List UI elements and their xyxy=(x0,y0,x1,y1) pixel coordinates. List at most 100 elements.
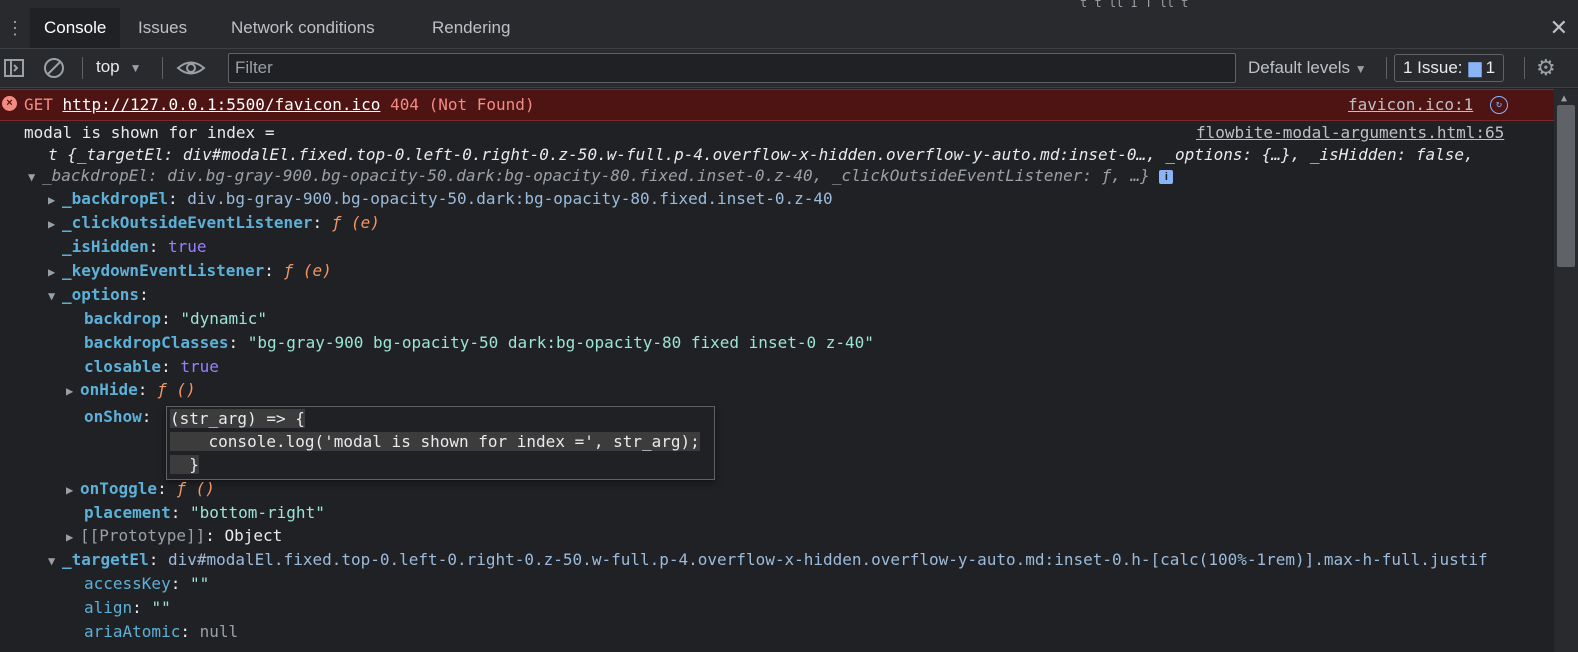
close-icon[interactable]: ✕ xyxy=(1550,16,1568,40)
prop-key: [[Prototype]] xyxy=(80,526,206,545)
chevron-down-icon: ▼ xyxy=(1354,62,1367,76)
issues-label: 1 Issue: xyxy=(1403,58,1463,77)
log-source-link[interactable]: flowbite-modal-arguments.html:65 xyxy=(1196,123,1504,142)
prop-key: align xyxy=(84,598,133,617)
tab-network-conditions[interactable]: Network conditions xyxy=(217,8,389,48)
prop-value: ƒ () xyxy=(176,479,215,498)
vertical-scrollbar[interactable]: ▲ xyxy=(1554,89,1578,652)
expand-triangle-icon[interactable]: ▼ xyxy=(28,166,42,188)
expand-triangle-icon[interactable]: ▼ xyxy=(48,285,62,307)
expand-triangle-icon[interactable]: ▶ xyxy=(66,479,80,501)
context-selector[interactable]: top ▼ xyxy=(96,57,142,77)
tab-issues[interactable]: Issues xyxy=(124,8,201,48)
prop-value: "bottom-right" xyxy=(189,503,325,522)
prop-value: "dynamic" xyxy=(180,309,268,328)
prop-key: onHide xyxy=(80,380,138,399)
sidebar-toggle-icon[interactable] xyxy=(2,56,26,80)
toolbar-divider xyxy=(1524,57,1525,79)
prop-options[interactable]: ▼ _options: xyxy=(48,284,149,307)
issues-button[interactable]: 1 Issue: ▆ 1 xyxy=(1394,54,1505,82)
message-icon: ▆ xyxy=(1468,58,1482,77)
prop-key: _keydownEventListener xyxy=(62,261,265,280)
popover-line-3: } xyxy=(170,455,199,474)
object-summary-line-2[interactable]: ▼ _backdropEl: div.bg-gray-900.bg-opacity… xyxy=(28,165,1174,188)
popover-line-1: (str_arg) => { xyxy=(170,409,305,428)
expand-triangle-icon[interactable]: ▼ xyxy=(48,550,62,572)
prop-value: true xyxy=(180,357,219,376)
prop-onHide[interactable]: ▶ onHide: ƒ () xyxy=(66,379,196,402)
prop-value: true xyxy=(167,237,207,256)
prop-key: _targetEl xyxy=(62,550,149,569)
prop-value: div.bg-gray-900.bg-opacity-50.dark:bg-op… xyxy=(187,189,833,208)
prop-value: "" xyxy=(151,598,171,617)
prop-keydown[interactable]: ▶ _keydownEventListener: ƒ (e) xyxy=(48,260,332,283)
chevron-down-icon: ▼ xyxy=(129,61,142,75)
prop-backdropClasses: backdropClasses: "bg-gray-900 bg-opacity… xyxy=(84,333,874,352)
expand-triangle-icon[interactable]: ▶ xyxy=(48,261,62,283)
prop-key: onShow xyxy=(84,407,142,426)
toolbar-divider xyxy=(162,57,163,79)
prop-key: onToggle xyxy=(80,479,158,498)
prop-prototype[interactable]: ▶ [[Prototype]]: Object xyxy=(66,525,282,548)
prop-backdropEl[interactable]: ▶ _backdropEl: div.bg-gray-900.bg-opacity… xyxy=(48,188,833,211)
expand-triangle-icon[interactable]: ▶ xyxy=(48,213,62,235)
top-strip: t t ll I T ll t xyxy=(0,0,1578,10)
prop-key: backdrop xyxy=(84,309,162,328)
prop-align: align: "" xyxy=(84,598,171,617)
info-icon[interactable]: i xyxy=(1159,169,1174,184)
prop-value: "bg-gray-900 bg-opacity-50 dark:bg-opaci… xyxy=(247,333,874,352)
scrollbar-thumb[interactable] xyxy=(1557,105,1575,267)
expand-triangle-icon[interactable]: ▶ xyxy=(66,526,80,548)
prop-value: div#modalEl.fixed.top-0.left-0.right-0.z… xyxy=(167,550,1488,569)
prop-targetEl[interactable]: ▼ _targetEl: div#modalEl.fixed.top-0.left… xyxy=(48,549,1488,572)
expand-triangle-icon[interactable]: ▶ xyxy=(66,380,80,402)
gear-icon[interactable]: ⚙ xyxy=(1536,55,1556,81)
prop-key: closable xyxy=(84,357,162,376)
prop-isHidden: _isHidden: true xyxy=(62,237,207,256)
prop-value: Object xyxy=(224,526,283,545)
prop-value: "" xyxy=(189,574,210,593)
prop-key: _backdropEl xyxy=(62,189,168,208)
tab-rendering[interactable]: Rendering xyxy=(418,8,524,48)
filter-field[interactable] xyxy=(228,53,1236,83)
log-levels-dropdown[interactable]: Default levels ▼ xyxy=(1248,58,1367,78)
prop-onToggle[interactable]: ▶ onToggle: ƒ () xyxy=(66,478,215,501)
issues-count: 1 xyxy=(1485,58,1496,77)
devtools-tab-bar: ⋮ Console Issues Network conditions Rend… xyxy=(0,8,1578,49)
prop-accessKey: accessKey: "" xyxy=(84,574,210,593)
prop-key: _options xyxy=(62,285,140,304)
popover-line-2: console.log('modal is shown for index ='… xyxy=(170,432,700,451)
prop-key: placement xyxy=(84,503,171,522)
network-request-icon[interactable]: ↻ xyxy=(1490,96,1508,114)
expand-triangle-icon[interactable]: ▶ xyxy=(48,189,62,211)
eye-icon[interactable] xyxy=(176,56,206,80)
filter-input[interactable] xyxy=(229,54,1235,82)
error-url[interactable]: http://127.0.0.1:5500/favicon.ico xyxy=(63,95,381,114)
log-message: modal is shown for index = xyxy=(24,123,275,142)
prop-clickOutside[interactable]: ▶ _clickOutsideEventListener: ƒ (e) xyxy=(48,212,380,235)
error-message: × GET http://127.0.0.1:5500/favicon.ico … xyxy=(0,89,1554,121)
more-vert-icon[interactable]: ⋮ xyxy=(6,18,24,38)
error-text: GET http://127.0.0.1:5500/favicon.ico 40… xyxy=(24,95,535,114)
scroll-up-icon[interactable]: ▲ xyxy=(1561,93,1567,104)
tab-console[interactable]: Console xyxy=(30,8,121,48)
error-icon: × xyxy=(2,96,17,111)
prop-key: _isHidden xyxy=(62,237,149,256)
error-method: GET xyxy=(24,95,53,114)
prop-value: ƒ () xyxy=(157,380,196,399)
log-levels-label: Default levels xyxy=(1248,58,1351,77)
prop-onShow[interactable]: onShow: xyxy=(84,406,151,428)
clear-console-icon[interactable] xyxy=(42,56,66,80)
prop-value: ƒ (e) xyxy=(283,261,332,280)
prop-ariaAtomic: ariaAtomic: null xyxy=(84,622,239,641)
prop-key: ariaAtomic xyxy=(84,622,181,641)
error-source-link[interactable]: favicon.ico:1 xyxy=(1348,95,1473,114)
toolbar-divider xyxy=(82,57,83,79)
prop-backdrop: backdrop: "dynamic" xyxy=(84,309,268,328)
toolbar-divider xyxy=(1386,57,1387,79)
prop-value: ƒ (e) xyxy=(331,213,380,232)
console-toolbar: top ▼ Default levels ▼ 1 Issue: ▆1 ⚙ xyxy=(0,49,1578,88)
prop-value: null xyxy=(199,622,239,641)
context-label: top xyxy=(96,57,120,76)
prop-closable: closable: true xyxy=(84,357,219,376)
